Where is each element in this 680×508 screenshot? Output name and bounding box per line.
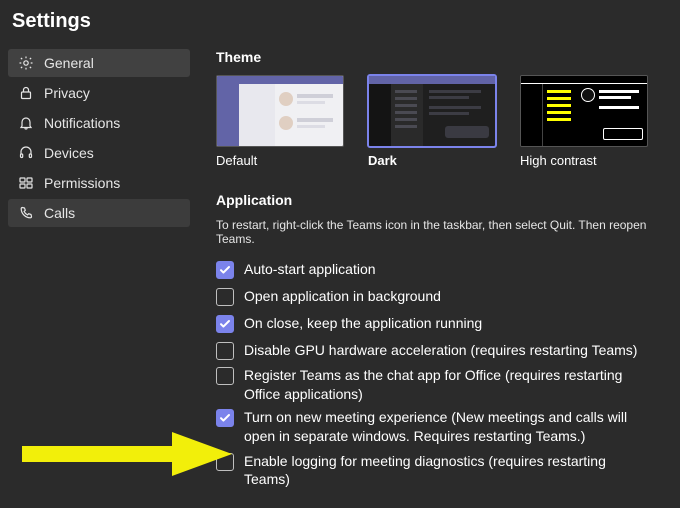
application-section-label: Application [216,192,676,208]
checkbox-label: On close, keep the application running [244,314,482,333]
checkbox-icon [216,409,234,427]
sidebar-item-permissions[interactable]: Permissions [8,169,190,197]
settings-dialog: Settings General Privacy [0,0,680,508]
checkbox-icon [216,367,234,385]
sidebar-item-notifications[interactable]: Notifications [8,109,190,137]
phone-icon [18,205,34,221]
checkbox-enable-logging[interactable]: Enable logging for meeting diagnostics (… [216,448,676,494]
checkbox-icon [216,342,234,360]
sidebar-item-devices[interactable]: Devices [8,139,190,167]
checkbox-label: Auto-start application [244,260,376,279]
theme-option-dark[interactable]: Dark [368,75,496,168]
theme-options: Default [216,75,676,168]
theme-label: Default [216,153,344,168]
checkbox-icon [216,288,234,306]
checkbox-disable-gpu[interactable]: Disable GPU hardware acceleration (requi… [216,337,676,364]
checkbox-open-in-background[interactable]: Open application in background [216,283,676,310]
gear-icon [18,55,34,71]
headset-icon [18,145,34,161]
theme-option-high-contrast[interactable]: High contrast [520,75,648,168]
application-help-text: To restart, right-click the Teams icon i… [216,218,676,246]
sidebar-item-label: Privacy [44,85,90,101]
checkbox-label: Register Teams as the chat app for Offic… [244,366,654,404]
checkbox-icon [216,315,234,333]
sidebar-item-label: Devices [44,145,94,161]
sidebar-item-general[interactable]: General [8,49,190,77]
permissions-icon [18,175,34,191]
theme-section-label: Theme [216,49,676,65]
theme-thumbnail-dark [368,75,496,147]
page-title: Settings [12,10,668,33]
theme-option-default[interactable]: Default [216,75,344,168]
checkbox-new-meeting-experience[interactable]: Turn on new meeting experience (New meet… [216,406,676,448]
sidebar-item-label: General [44,55,94,71]
checkbox-icon [216,261,234,279]
checkbox-auto-start[interactable]: Auto-start application [216,256,676,283]
sidebar-item-privacy[interactable]: Privacy [8,79,190,107]
settings-main: Theme Default [198,39,680,508]
checkbox-label: Enable logging for meeting diagnostics (… [244,452,654,490]
sidebar-item-label: Notifications [44,115,120,131]
theme-thumbnail-high-contrast [520,75,648,147]
checkbox-label: Disable GPU hardware acceleration (requi… [244,341,637,360]
checkbox-label: Open application in background [244,287,441,306]
theme-label: High contrast [520,153,648,168]
bell-icon [18,115,34,131]
sidebar-item-label: Permissions [44,175,120,191]
checkbox-icon [216,453,234,471]
lock-icon [18,85,34,101]
titlebar: Settings [0,0,680,39]
checkbox-on-close-keep-running[interactable]: On close, keep the application running [216,310,676,337]
checkbox-label: Turn on new meeting experience (New meet… [244,408,654,446]
theme-label: Dark [368,153,496,168]
sidebar-item-calls[interactable]: Calls [8,199,190,227]
theme-thumbnail-default [216,75,344,147]
sidebar-item-label: Calls [44,205,75,221]
checkbox-register-chat-app[interactable]: Register Teams as the chat app for Offic… [216,364,676,406]
settings-sidebar: General Privacy Notifications [0,39,198,508]
